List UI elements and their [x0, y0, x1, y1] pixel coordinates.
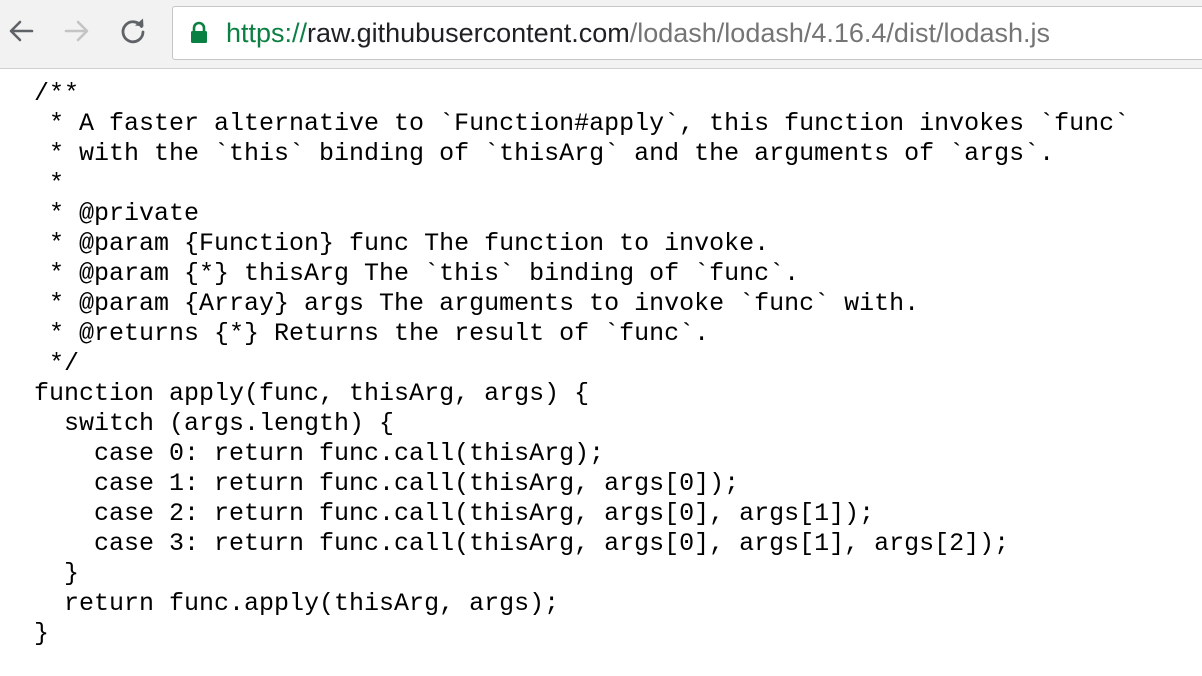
source-code: /** * A faster alternative to `Function#… [34, 79, 1129, 649]
code-line: * @returns {*} Returns the result of `fu… [34, 319, 710, 348]
lock-icon[interactable] [188, 18, 210, 48]
back-arrow-icon [8, 18, 34, 49]
code-line: case 0: return func.call(thisArg); [34, 439, 605, 468]
code-line: * @param {Array} args The arguments to i… [34, 289, 920, 318]
code-line: * @param {*} thisArg The `this` binding … [34, 259, 800, 288]
reload-button[interactable] [116, 14, 150, 52]
code-line: } [34, 619, 50, 648]
code-line: * @private [34, 199, 200, 228]
code-line: function apply(func, thisArg, args) { [34, 379, 590, 408]
url-scheme: https:// [226, 17, 308, 48]
code-line: * with the `this` binding of `thisArg` a… [34, 139, 1055, 168]
code-line: */ [34, 349, 80, 378]
code-line: } [34, 559, 80, 588]
reload-icon [119, 17, 147, 50]
code-line: * @param {Function} func The function to… [34, 229, 770, 258]
url-host: raw.githubusercontent.com [307, 17, 630, 48]
code-line: * A faster alternative to `Function#appl… [34, 109, 1130, 138]
browser-toolbar: https://raw.githubusercontent.com/lodash… [0, 0, 1202, 69]
back-button[interactable] [4, 14, 38, 52]
code-line: return func.apply(thisArg, args); [34, 589, 560, 618]
url-path: /lodash/lodash/4.16.4/dist/lodash.js [629, 17, 1051, 48]
code-line: * [34, 169, 65, 198]
code-line: switch (args.length) { [34, 409, 395, 438]
code-line: case 2: return func.call(thisArg, args[0… [34, 499, 875, 528]
forward-button[interactable] [60, 14, 94, 52]
code-line: /** [34, 79, 80, 108]
address-bar[interactable]: https://raw.githubusercontent.com/lodash… [172, 6, 1202, 60]
code-line: case 3: return func.call(thisArg, args[0… [34, 529, 1010, 558]
code-line: case 1: return func.call(thisArg, args[0… [34, 469, 740, 498]
forward-arrow-icon [64, 18, 90, 49]
page-content: /** * A faster alternative to `Function#… [0, 70, 1202, 676]
